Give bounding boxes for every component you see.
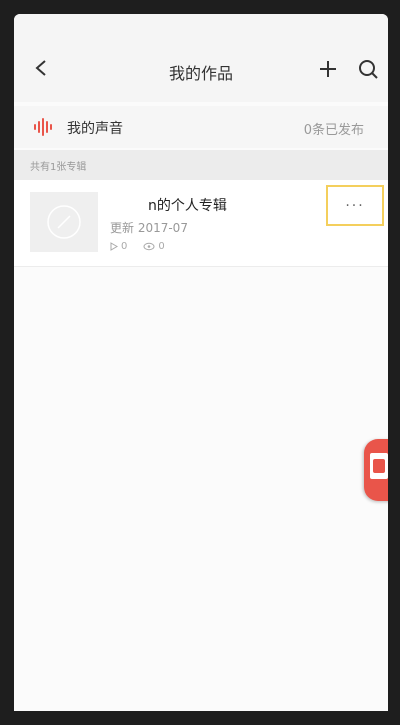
more-icon: ··· (345, 197, 365, 214)
play-icon (110, 242, 118, 251)
search-icon (359, 60, 378, 79)
top-nav-bar: 我的作品 (14, 14, 388, 102)
album-stats: 0 0 (110, 241, 181, 252)
album-count-bar: 共有1张专辑 (14, 150, 388, 180)
published-count: 0条已发布 (303, 123, 364, 138)
likes-stat: 0 (143, 241, 165, 252)
phone-screen: 我的作品 我的声音 0条已发布 共有1张专辑 n的个人专辑 更新 2017-07… (14, 14, 388, 711)
my-voice-label: 我的声音 (67, 121, 123, 137)
likes-count: 0 (158, 241, 165, 252)
my-voice-row[interactable]: 我的声音 0条已发布 (14, 106, 388, 148)
album-count-label: 共有1张专辑 (30, 162, 87, 173)
plays-count: 0 (121, 241, 128, 252)
search-button[interactable] (357, 58, 379, 80)
album-list-item[interactable]: n的个人专辑 更新 2017-07 0 0 ··· (14, 180, 388, 267)
album-title: n的个人专辑 (148, 198, 227, 214)
sound-wave-icon (34, 118, 52, 136)
floating-gift-button[interactable] (364, 439, 388, 501)
gift-icon-mark (373, 459, 385, 473)
album-cover[interactable] (30, 192, 98, 252)
plays-stat: 0 (110, 241, 127, 252)
plus-icon (320, 61, 336, 77)
eye-icon (143, 242, 155, 251)
more-options-button[interactable]: ··· (326, 185, 384, 226)
add-button[interactable] (317, 58, 339, 80)
album-cover-placeholder-icon (47, 205, 81, 239)
album-updated-date: 更新 2017-07 (110, 221, 188, 235)
